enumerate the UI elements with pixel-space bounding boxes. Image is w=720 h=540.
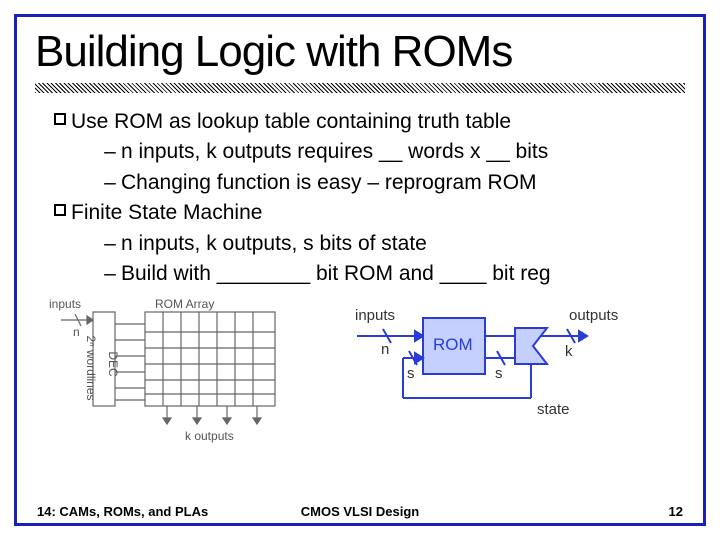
slide-title: Building Logic with ROMs <box>17 17 703 81</box>
dash-bullet-icon: – <box>99 137 121 167</box>
bullet-text: Use ROM as lookup table containing truth… <box>71 107 677 137</box>
bullet-text: Changing function is easy – reprogram RO… <box>121 168 677 198</box>
bullet-item: – Build with ________ bit ROM and ____ b… <box>99 259 677 289</box>
square-bullet-icon <box>49 198 71 216</box>
label-wordlines: 2ⁿ wordlines <box>84 335 98 400</box>
label-fsm-s2: s <box>495 365 503 382</box>
fsm-diagram: inputs outputs n k s s ROM state <box>337 296 637 426</box>
label-fsm-s1: s <box>407 365 415 382</box>
bullet-item: Use ROM as lookup table containing truth… <box>49 107 677 137</box>
footer-center: CMOS VLSI Design <box>17 504 703 519</box>
label-fsm-n: n <box>381 341 389 358</box>
dash-bullet-icon: – <box>99 168 121 198</box>
bullet-text: Finite State Machine <box>71 198 677 228</box>
label-inputs: inputs <box>49 297 81 311</box>
bullet-item: – Changing function is easy – reprogram … <box>99 168 677 198</box>
bullet-text: Build with ________ bit ROM and ____ bit… <box>121 259 677 289</box>
bullet-text: n inputs, k outputs, s bits of state <box>121 229 677 259</box>
label-fsm-k: k <box>565 343 573 360</box>
label-koutputs: k outputs <box>185 429 234 443</box>
label-array: ROM Array <box>155 297 214 311</box>
label-fsm-inputs: inputs <box>355 307 395 324</box>
bullet-item: – n inputs, k outputs, s bits of state <box>99 229 677 259</box>
label-fsm-outputs: outputs <box>569 307 618 324</box>
bullet-text: n inputs, k outputs requires __ words x … <box>121 137 677 167</box>
content-area: Use ROM as lookup table containing truth… <box>17 99 703 290</box>
label-dec: DEC <box>106 351 120 377</box>
rom-array-diagram: inputs n DEC 2ⁿ wordlines ROM Array k ou… <box>47 296 307 446</box>
footer: 14: CAMs, ROMs, and PLAs CMOS VLSI Desig… <box>17 504 703 519</box>
label-n: n <box>73 325 80 339</box>
dash-bullet-icon: – <box>99 259 121 289</box>
title-underline <box>35 83 685 93</box>
bullet-item: Finite State Machine <box>49 198 677 228</box>
label-fsm-state: state <box>537 401 570 418</box>
bullet-item: – n inputs, k outputs requires __ words … <box>99 137 677 167</box>
dash-bullet-icon: – <box>99 229 121 259</box>
square-bullet-icon <box>49 107 71 125</box>
label-fsm-rom: ROM <box>433 335 473 354</box>
